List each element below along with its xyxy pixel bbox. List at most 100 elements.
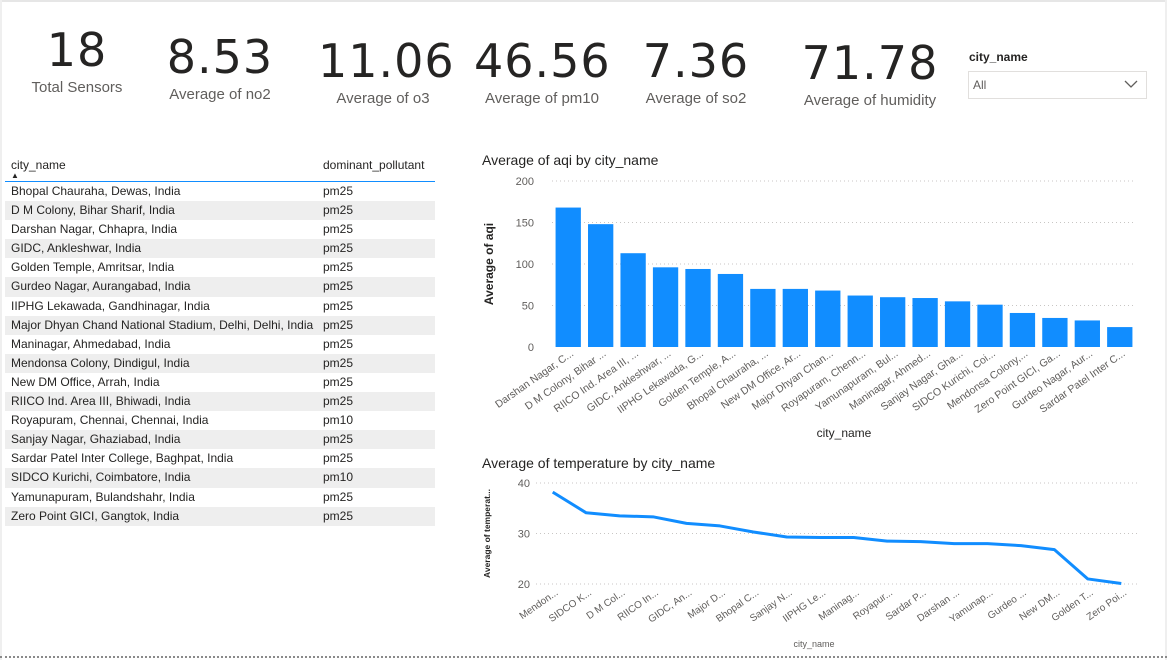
chevron-down-icon [1124,80,1138,88]
bar[interactable] [588,224,614,347]
cell-city-name: Darshan Nagar, Chhapra, India [11,222,178,237]
table-row[interactable]: Sardar Patel Inter College, Baghpat, Ind… [5,449,435,468]
table-row[interactable]: IIPHG Lekawada, Gandhinagar, India pm25 [5,297,435,316]
bar[interactable] [782,288,808,347]
table-row[interactable]: New DM Office, Arrah, India pm25 [5,373,435,392]
cell-city-name: Mendonsa Colony, Dindigul, India [11,355,190,370]
table-header: city_name ▲ dominant_pollutant [5,155,435,182]
bar[interactable] [717,273,744,347]
kpi-total-sensors[interactable]: 18 Total Sensors [22,25,132,96]
city-name-dropdown[interactable]: All [968,71,1147,99]
left-border [0,0,2,660]
y-tick-label: 40 [518,478,530,490]
slicer-selected-value: All [973,78,987,92]
kpi-label: Average of pm10 [485,90,599,107]
temperature-chart-title: Average of temperature by city_name [482,455,716,471]
y-tick-label: 200 [516,176,534,188]
cell-city-name: Sanjay Nagar, Ghaziabad, India [11,432,181,447]
column-header-city-name[interactable]: city_name [11,158,66,172]
top-border [0,0,1167,2]
table-row[interactable]: Major Dhyan Chand National Stadium, Delh… [5,315,435,335]
cell-dominant-pollutant: pm25 [323,374,354,389]
cell-dominant-pollutant: pm25 [323,260,354,275]
bar[interactable] [977,304,1003,347]
bar[interactable] [555,207,581,347]
table-row[interactable]: Maninagar, Ahmedabad, India pm25 [5,335,435,354]
kpi-label: Total Sensors [31,79,123,96]
bar[interactable] [1074,320,1100,347]
cell-dominant-pollutant: pm25 [323,489,354,504]
cell-city-name: Gurdeo Nagar, Aurangabad, India [11,279,191,294]
kpi-value: 7.36 [642,34,750,88]
bar[interactable] [912,298,938,347]
bar[interactable] [944,301,971,347]
cell-city-name: Bhopal Chauraha, Dewas, India [11,184,181,198]
bar[interactable] [1042,317,1068,347]
bar[interactable] [1009,312,1036,347]
bar[interactable] [620,253,646,347]
bar[interactable] [652,267,679,347]
column-header-dominant-pollutant[interactable]: dominant_pollutant [323,158,424,172]
kpi-label: Average of o3 [336,90,430,107]
kpi-label: Average of so2 [645,90,747,107]
cell-city-name: D M Colony, Bihar Sharif, India [11,203,175,218]
kpi-value: 8.53 [166,30,274,84]
sort-ascending-icon[interactable]: ▲ [11,171,19,180]
bottom-border [0,656,1167,658]
cell-city-name: SIDCO Kurichi, Coimbatore, India [11,470,191,485]
kpi-value: 46.56 [474,34,611,88]
table-body: Bhopal Chauraha, Dewas, India pm25 D M Col… [5,182,435,526]
bar[interactable] [847,295,873,347]
y-tick-label: 20 [518,579,530,591]
cell-city-name: New DM Office, Arrah, India [11,374,160,389]
city-pollutant-table[interactable]: city_name ▲ dominant_pollutant Bhopal Ch… [5,155,435,526]
table-row[interactable]: Golden Temple, Amritsar, India pm25 [5,258,435,277]
bar[interactable] [1107,327,1133,347]
aqi-bar-chart[interactable]: 050100150200Darshan Nagar, C...D M Colon… [470,168,1150,468]
cell-dominant-pollutant: pm25 [323,222,354,237]
kpi-average-pm10[interactable]: 46.56 Average of pm10 [474,36,610,107]
table-row[interactable]: Mendonsa Colony, Dindigul, India pm25 [5,353,435,373]
y-tick-label: 50 [522,301,534,313]
table-row[interactable]: RIICO Ind. Area III, Bhiwadi, India pm25 [5,392,435,412]
cell-dominant-pollutant: pm25 [323,279,354,294]
table-row[interactable]: Gurdeo Nagar, Aurangabad, India pm25 [5,277,435,297]
cell-dominant-pollutant: pm25 [323,241,354,256]
y-tick-label: 0 [528,342,534,354]
cell-dominant-pollutant: pm25 [323,508,354,523]
x-axis-label: city_name [817,426,872,440]
cell-dominant-pollutant: pm25 [323,394,354,409]
cell-dominant-pollutant: pm10 [323,413,354,428]
table-row[interactable]: Bhopal Chauraha, Dewas, India pm25 [5,182,435,201]
table-row[interactable]: Zero Point GICI, Gangtok, India pm25 [5,506,435,526]
bar[interactable] [685,268,711,347]
cell-dominant-pollutant: pm25 [323,336,354,351]
table-row[interactable]: D M Colony, Bihar Sharif, India pm25 [5,201,435,221]
table-row[interactable]: Yamunapuram, Bulandshahr, India pm25 [5,488,435,507]
cell-city-name: Yamunapuram, Bulandshahr, India [11,489,195,504]
temperature-line-chart[interactable]: 203040Mendon...SIDCO K...D M Col...RIICO… [470,472,1150,652]
table-row[interactable]: Darshan Nagar, Chhapra, India pm25 [5,220,435,239]
kpi-value: 71.78 [801,36,939,90]
table-row[interactable]: Sanjay Nagar, Ghaziabad, India pm25 [5,430,435,450]
table-row[interactable]: Royapuram, Chennai, Chennai, India pm10 [5,411,435,430]
cell-city-name: Golden Temple, Amritsar, India [11,260,175,275]
cell-dominant-pollutant: pm10 [323,470,354,485]
bar[interactable] [880,297,906,347]
cell-dominant-pollutant: pm25 [323,432,354,447]
kpi-average-o3[interactable]: 11.06 Average of o3 [318,36,454,107]
bar[interactable] [750,288,776,347]
y-axis-label: Average of temperat... [482,489,492,578]
aqi-chart-title: Average of aqi by city_name [482,152,659,168]
bar[interactable] [815,290,841,347]
cell-city-name: Sardar Patel Inter College, Baghpat, Ind… [11,451,234,466]
kpi-label: Average of humidity [803,92,937,109]
table-row[interactable]: SIDCO Kurichi, Coimbatore, India pm10 [5,468,435,488]
table-row[interactable]: GIDC, Ankleshwar, India pm25 [5,239,435,259]
kpi-average-no2[interactable]: 8.53 Average of no2 [160,32,280,103]
cell-city-name: Major Dhyan Chand National Stadium, Delh… [11,317,314,332]
kpi-average-humidity[interactable]: 71.78 Average of humidity [796,38,944,109]
temperature-series-line[interactable] [551,490,1122,585]
kpi-average-so2[interactable]: 7.36 Average of so2 [636,36,756,107]
slicer-title: city_name [969,50,1028,64]
